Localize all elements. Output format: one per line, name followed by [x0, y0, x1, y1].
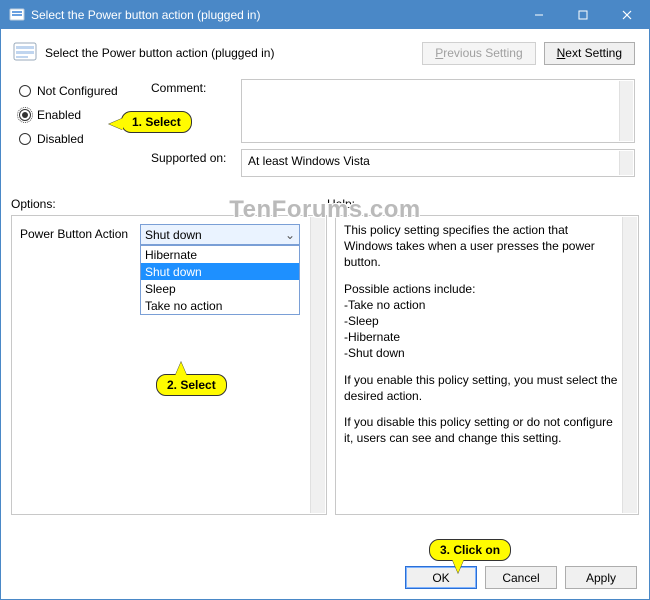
radio-icon [19, 85, 31, 97]
combo-item-shut-down[interactable]: Shut down [141, 263, 299, 280]
maximize-button[interactable] [561, 1, 605, 29]
config-area: Not Configured Enabled Disabled Comment: [11, 79, 639, 183]
dialog-window: Select the Power button action (plugged … [0, 0, 650, 600]
titlebar: Select the Power button action (plugged … [1, 1, 649, 29]
combo-item-take-no-action[interactable]: Take no action [141, 297, 299, 314]
combo-item-sleep[interactable]: Sleep [141, 280, 299, 297]
dialog-content: Select the Power button action (plugged … [1, 29, 649, 599]
scrollbar[interactable] [619, 81, 633, 141]
help-paragraph: If you disable this policy setting or do… [344, 414, 618, 446]
radio-icon [19, 133, 31, 145]
callout-text: 3. Click on [440, 543, 500, 557]
callout-tail [452, 559, 464, 573]
supported-row: Supported on: At least Windows Vista [151, 149, 639, 177]
window-buttons [517, 1, 649, 29]
scrollbar[interactable] [622, 217, 637, 513]
panes: Power Button Action Shut down ⌄ Hibernat… [11, 215, 639, 515]
combo-item-hibernate[interactable]: Hibernate [141, 246, 299, 263]
header-row: Select the Power button action (plugged … [11, 37, 639, 69]
help-paragraph: Possible actions include: [344, 281, 618, 297]
help-paragraph: If you enable this policy setting, you m… [344, 372, 618, 404]
minimize-button[interactable] [517, 1, 561, 29]
comment-textarea[interactable] [241, 79, 635, 143]
combo-dropdown: Hibernate Shut down Sleep Take no action [140, 245, 300, 315]
supported-label: Supported on: [151, 149, 241, 177]
callout-3: 3. Click on [429, 539, 511, 561]
help-line: -Sleep [344, 313, 618, 329]
meta-column: Comment: Supported on: At least Windows … [151, 79, 639, 183]
callout-text: 1. Select [132, 115, 181, 129]
power-button-action-combo[interactable]: Shut down ⌄ Hibernate Shut down Sleep Ta… [140, 224, 300, 245]
scrollbar[interactable] [619, 151, 633, 175]
apply-button[interactable]: Apply [565, 566, 637, 589]
supported-on-box: At least Windows Vista [241, 149, 635, 177]
radio-icon [19, 109, 31, 121]
radio-label: Enabled [37, 108, 81, 122]
nav-buttons: Previous Setting Next Setting [422, 42, 635, 65]
options-label: Options: [11, 197, 327, 211]
window-title: Select the Power button action (plugged … [31, 8, 517, 22]
policy-icon [11, 39, 39, 67]
radio-label: Not Configured [37, 84, 118, 98]
option-label: Power Button Action [20, 224, 140, 241]
help-text: This policy setting specifies the action… [344, 222, 630, 446]
help-paragraph: This policy setting specifies the action… [344, 222, 618, 271]
callout-text: 2. Select [167, 378, 216, 392]
previous-setting-button: Previous Setting [422, 42, 535, 65]
help-line: -Hibernate [344, 329, 618, 345]
app-icon [9, 7, 25, 23]
combo-selected-value: Shut down [145, 228, 202, 242]
help-line: -Shut down [344, 345, 618, 361]
ok-button[interactable]: OK [405, 566, 477, 589]
radio-not-configured[interactable]: Not Configured [19, 79, 151, 103]
chevron-down-icon: ⌄ [285, 228, 295, 242]
scrollbar[interactable] [310, 217, 325, 513]
combo-box[interactable]: Shut down ⌄ [140, 224, 300, 245]
close-button[interactable] [605, 1, 649, 29]
callout-tail [175, 362, 187, 376]
callout-tail [109, 118, 123, 130]
help-line: -Take no action [344, 297, 618, 313]
help-label: Help: [327, 197, 639, 211]
options-pane: Power Button Action Shut down ⌄ Hibernat… [11, 215, 327, 515]
radio-label: Disabled [37, 132, 84, 146]
callout-2: 2. Select [156, 374, 227, 396]
section-labels: Options: Help: [11, 197, 639, 211]
header-title: Select the Power button action (plugged … [45, 46, 422, 60]
callout-1: 1. Select [121, 111, 192, 133]
dialog-buttons: OK Cancel Apply [405, 566, 637, 589]
next-setting-button[interactable]: Next Setting [544, 42, 635, 65]
comment-row: Comment: [151, 79, 639, 143]
supported-on-value: At least Windows Vista [248, 154, 370, 168]
help-pane: This policy setting specifies the action… [335, 215, 639, 515]
option-row: Power Button Action Shut down ⌄ Hibernat… [20, 224, 318, 245]
cancel-button[interactable]: Cancel [485, 566, 557, 589]
